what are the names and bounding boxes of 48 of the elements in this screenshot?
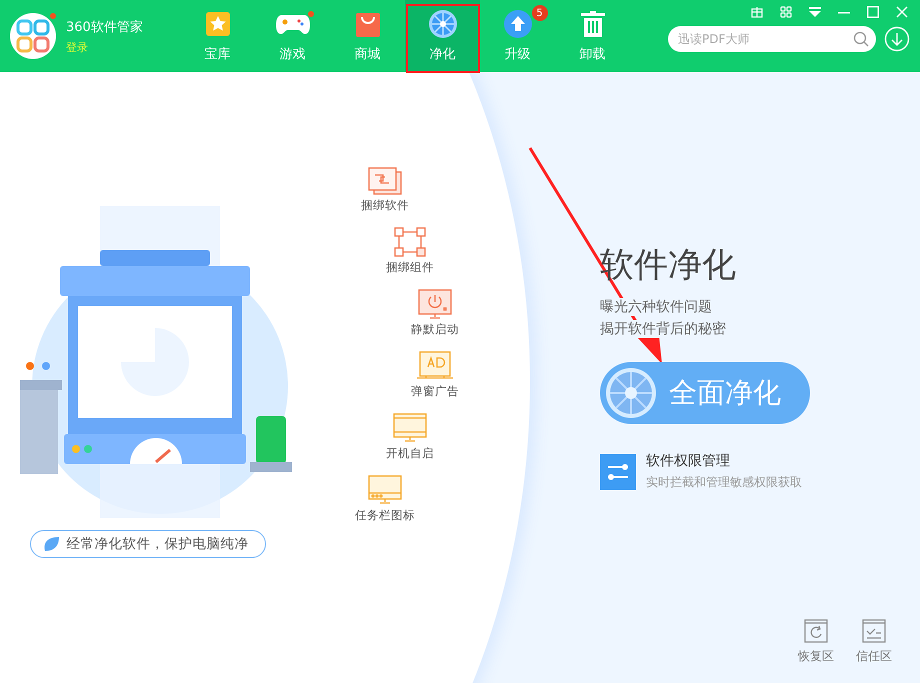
description-text: 揭开软件背后的秘密 — [600, 320, 726, 338]
power-monitor-icon — [418, 289, 452, 319]
app-name: 360软件管家 — [66, 18, 143, 36]
settings-sliders-icon[interactable] — [600, 454, 636, 490]
permission-link[interactable]: 软件权限管理 — [646, 452, 802, 470]
ad-monitor-icon — [416, 351, 454, 381]
refresh-window-icon — [804, 619, 828, 643]
feature-label: 静默启动 — [411, 322, 459, 337]
search-icon[interactable] — [853, 31, 869, 47]
zone-link[interactable]: 信任区 — [856, 619, 892, 665]
maximize-icon[interactable] — [867, 6, 879, 18]
slogan-text: 经常净化软件，保护电脑纯净 — [66, 535, 248, 553]
node-square-icon — [394, 227, 426, 257]
gift-icon[interactable] — [751, 6, 763, 18]
fan-icon — [605, 367, 657, 419]
zone-link[interactable]: 恢复区 — [798, 619, 834, 665]
nav-tab[interactable]: 商城 — [330, 0, 405, 72]
description-text: 曝光六种软件问题 — [600, 298, 712, 316]
trash-icon — [580, 11, 604, 37]
nav-tab[interactable]: 卸载 — [555, 0, 630, 72]
notification-dot — [308, 11, 314, 17]
nav-tab[interactable]: 净化 — [405, 0, 480, 72]
taskbar-monitor-icon — [368, 475, 402, 505]
checklist-window-icon — [862, 619, 886, 643]
leaf-icon — [42, 537, 58, 551]
permission-subtitle: 实时拦截和管理敏感权限获取 — [646, 474, 802, 491]
download-icon[interactable] — [884, 26, 910, 52]
shopping-bag-icon — [356, 11, 380, 37]
linked-windows-icon — [368, 167, 402, 195]
login-link[interactable]: 登录 — [66, 40, 143, 54]
count-badge: 5 — [532, 5, 548, 21]
page-title: 软件净化 — [600, 244, 736, 287]
feature-label: 任务栏图标 — [355, 508, 415, 523]
nav-tab[interactable]: 5 升级 — [480, 0, 555, 72]
skin-icon[interactable] — [780, 6, 792, 18]
nav-tab[interactable]: 游戏 — [255, 0, 330, 72]
gamepad-icon — [276, 12, 310, 36]
dropdown-icon[interactable] — [809, 6, 821, 18]
feature-label: 开机自启 — [386, 446, 434, 461]
feature-label: 捆绑组件 — [386, 260, 434, 275]
fan-icon — [428, 9, 458, 39]
close-icon[interactable] — [896, 6, 908, 18]
clean-all-button[interactable]: 全面净化 — [600, 362, 810, 424]
monitor-icon — [393, 413, 427, 443]
nav-tab[interactable]: 宝库 — [180, 0, 255, 72]
feature-label: 弹窗广告 — [411, 384, 459, 399]
search-field[interactable]: 迅读PDF大师 — [668, 26, 876, 52]
feature-label: 捆绑软件 — [361, 198, 409, 213]
